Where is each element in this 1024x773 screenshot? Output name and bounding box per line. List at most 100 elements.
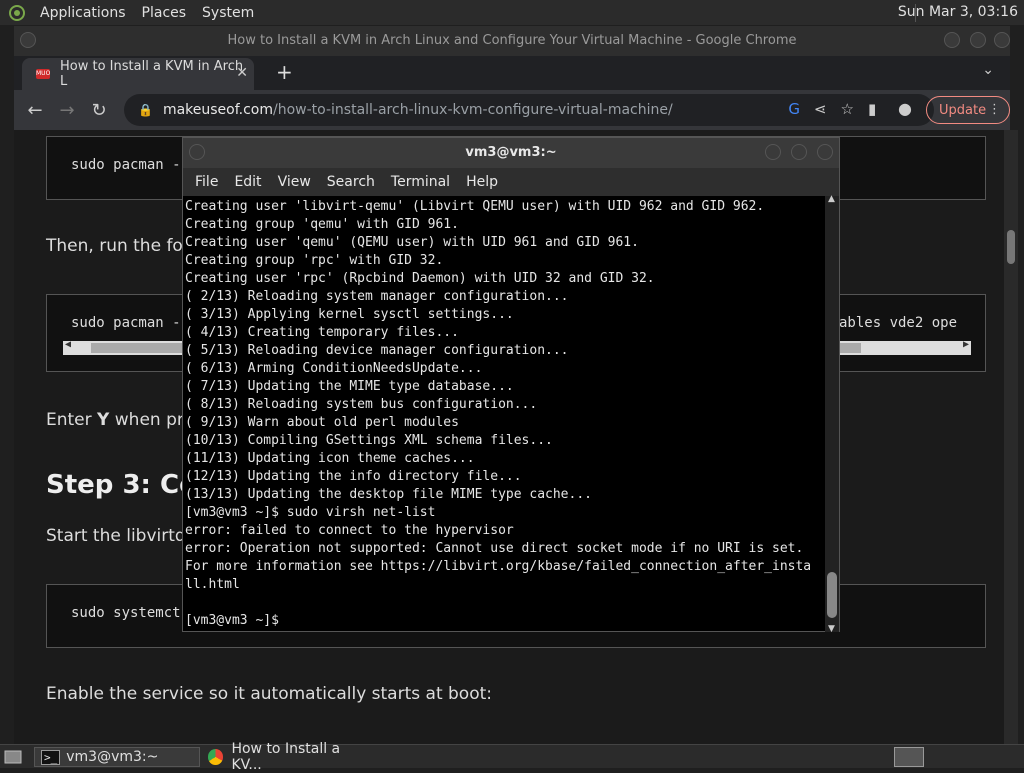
terminal-app-icon: >_ bbox=[41, 749, 61, 765]
profile-avatar-icon[interactable]: ● bbox=[898, 99, 912, 118]
paragraph-text: Enter bbox=[46, 410, 98, 430]
tab-search-chevron-icon[interactable]: ⌄ bbox=[982, 62, 994, 78]
terminal-line: [vm3@vm3 ~]$ bbox=[185, 613, 279, 628]
terminal-line: For more information see https://libvirt… bbox=[185, 559, 812, 574]
browser-toolbar: ← → ↻ 🔒 makeuseof.com/how-to-install-arc… bbox=[14, 90, 1010, 130]
tab-title: How to Install a KVM in Arch L bbox=[60, 59, 244, 89]
minimize-button[interactable] bbox=[765, 144, 781, 160]
terminal-output[interactable]: Creating user 'libvirt-qemu' (Libvirt QE… bbox=[185, 198, 825, 632]
paragraph: Then, run the fol bbox=[46, 236, 188, 256]
scroll-up-icon[interactable]: ▲ bbox=[828, 194, 835, 204]
address-bar[interactable]: 🔒 makeuseof.com/how-to-install-arch-linu… bbox=[124, 94, 934, 126]
google-lens-icon[interactable]: G bbox=[788, 100, 800, 118]
terminal-line: Creating user 'rpc' (Rpcbind Daemon) wit… bbox=[185, 271, 655, 286]
paragraph-bold: Y bbox=[97, 410, 110, 430]
menu-file[interactable]: File bbox=[187, 174, 226, 190]
terminal-line: ( 2/13) Reloading system manager configu… bbox=[185, 289, 569, 304]
task-label: vm3@vm3:~ bbox=[66, 749, 159, 765]
tab-active[interactable]: MUO How to Install a KVM in Arch L ✕ bbox=[22, 58, 254, 90]
reload-icon[interactable]: ↻ bbox=[86, 97, 112, 123]
window-menu-button[interactable] bbox=[20, 32, 36, 48]
terminal-line: [vm3@vm3 ~]$ sudo virsh net-list bbox=[185, 505, 436, 520]
clock[interactable]: Sun Mar 3, 03:16 bbox=[898, 4, 1018, 20]
taskbar: >_ vm3@vm3:~ How to Install a KV... bbox=[0, 741, 1024, 773]
page-scrollbar[interactable] bbox=[1004, 130, 1018, 744]
terminal-line: (10/13) Compiling GSettings XML schema f… bbox=[185, 433, 553, 448]
page-scrollbar-thumb[interactable] bbox=[1007, 230, 1015, 264]
terminal-line: Creating user 'libvirt-qemu' (Libvirt QE… bbox=[185, 199, 765, 214]
side-panel-icon[interactable]: ▮ bbox=[868, 100, 876, 118]
terminal-line: ( 8/13) Reloading system bus configurati… bbox=[185, 397, 538, 412]
code-line: sudo pacman - bbox=[71, 315, 181, 331]
muo-favicon-icon: MUO bbox=[36, 69, 51, 79]
terminal-line: ( 7/13) Updating the MIME type database.… bbox=[185, 379, 514, 394]
terminal-line: (12/13) Updating the info directory file… bbox=[185, 469, 522, 484]
task-terminal[interactable]: >_ vm3@vm3:~ bbox=[34, 747, 200, 767]
menu-terminal[interactable]: Terminal bbox=[383, 174, 458, 190]
scroll-left-icon[interactable]: ◀ bbox=[65, 339, 71, 350]
terminal-line: Creating user 'qemu' (QEMU user) with UI… bbox=[185, 235, 639, 250]
menu-help[interactable]: Help bbox=[458, 174, 506, 190]
task-label: How to Install a KV... bbox=[231, 741, 341, 773]
paragraph: Enter Y when pro bbox=[46, 410, 194, 430]
task-chrome[interactable]: How to Install a KV... bbox=[204, 741, 370, 773]
menu-places[interactable]: Places bbox=[134, 5, 195, 21]
menu-edit[interactable]: Edit bbox=[226, 174, 269, 190]
terminal-line: ( 6/13) Arming ConditionNeedsUpdate... bbox=[185, 361, 483, 376]
lock-icon[interactable]: 🔒 bbox=[138, 103, 153, 117]
code-line: sudo pacman - bbox=[71, 157, 181, 173]
new-tab-plus-icon[interactable]: + bbox=[276, 60, 293, 84]
window-menu-button[interactable] bbox=[189, 144, 205, 160]
code-line-tail: ables vde2 ope bbox=[839, 315, 958, 331]
workspace-switcher[interactable] bbox=[894, 747, 924, 767]
minimize-button[interactable] bbox=[944, 32, 960, 48]
back-arrow-icon[interactable]: ← bbox=[22, 97, 48, 123]
url-path: /how-to-install-arch-linux-kvm-configure… bbox=[273, 102, 673, 118]
top-panel: Applications Places System Sun Mar 3, 03… bbox=[0, 0, 1024, 25]
maximize-button[interactable] bbox=[970, 32, 986, 48]
close-button[interactable] bbox=[817, 144, 833, 160]
terminal-line: (11/13) Updating icon theme caches... bbox=[185, 451, 475, 466]
terminal-line: Creating group 'qemu' with GID 961. bbox=[185, 217, 459, 232]
bookmark-star-icon[interactable]: ☆ bbox=[841, 100, 854, 118]
menu-view[interactable]: View bbox=[270, 174, 319, 190]
terminal-menubar: File Edit View Search Terminal Help bbox=[183, 168, 839, 196]
paragraph: Enable the service so it automatically s… bbox=[46, 684, 492, 704]
terminal-line: ( 9/13) Warn about old perl modules bbox=[185, 415, 459, 430]
update-label: Update bbox=[939, 102, 987, 118]
update-button[interactable]: Update ⋮ bbox=[926, 96, 1010, 124]
share-icon[interactable]: ⋖ bbox=[814, 100, 827, 118]
maximize-button[interactable] bbox=[791, 144, 807, 160]
terminal-scrollbar-thumb[interactable] bbox=[827, 572, 837, 618]
scroll-down-icon[interactable]: ▼ bbox=[828, 624, 835, 634]
menu-system[interactable]: System bbox=[194, 5, 262, 21]
distro-logo-icon[interactable] bbox=[6, 2, 28, 24]
tab-close-icon[interactable]: ✕ bbox=[236, 65, 248, 81]
tab-bar: MUO How to Install a KVM in Arch L ✕ + ⌄ bbox=[14, 56, 1010, 90]
paragraph: Start the libvirtd bbox=[46, 526, 186, 546]
terminal-titlebar[interactable]: vm3@vm3:~ bbox=[183, 138, 839, 168]
section-heading: Step 3: Co bbox=[46, 470, 197, 500]
terminal-line: error: Operation not supported: Cannot u… bbox=[185, 541, 804, 556]
chrome-window-title: How to Install a KVM in Arch Linux and C… bbox=[227, 33, 797, 48]
terminal-scrollbar[interactable]: ▲ ▼ bbox=[825, 194, 839, 634]
chrome-titlebar[interactable]: How to Install a KVM in Arch Linux and C… bbox=[14, 26, 1010, 56]
show-desktop-icon[interactable] bbox=[4, 747, 22, 767]
terminal-line: ( 5/13) Reloading device manager configu… bbox=[185, 343, 569, 358]
terminal-window: vm3@vm3:~ File Edit View Search Terminal… bbox=[182, 137, 840, 634]
terminal-line: Creating group 'rpc' with GID 32. bbox=[185, 253, 444, 268]
url-host: makeuseof.com bbox=[162, 102, 273, 118]
kebab-menu-icon[interactable]: ⋮ bbox=[988, 102, 1001, 117]
scroll-right-icon[interactable]: ▶ bbox=[963, 339, 969, 350]
chrome-app-icon bbox=[208, 749, 224, 765]
forward-arrow-icon[interactable]: → bbox=[54, 97, 80, 123]
terminal-line: (13/13) Updating the desktop file MIME t… bbox=[185, 487, 592, 502]
terminal-line: ll.html bbox=[185, 577, 240, 592]
close-button[interactable] bbox=[994, 32, 1010, 48]
menu-applications[interactable]: Applications bbox=[32, 5, 134, 21]
terminal-line: ( 3/13) Applying kernel sysctl settings.… bbox=[185, 307, 514, 322]
terminal-line: ( 4/13) Creating temporary files... bbox=[185, 325, 459, 340]
menu-search[interactable]: Search bbox=[319, 174, 383, 190]
terminal-title: vm3@vm3:~ bbox=[465, 145, 557, 160]
